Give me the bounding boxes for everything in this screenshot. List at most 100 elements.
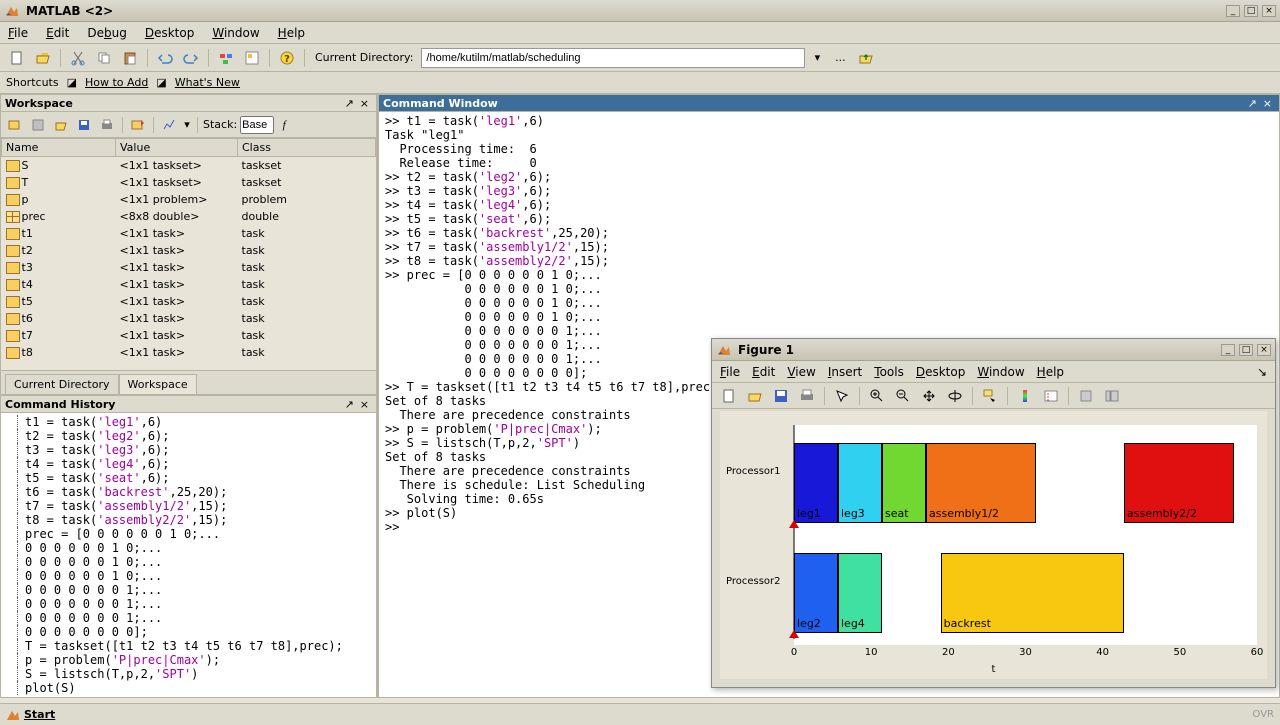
menu-window[interactable]: Window [212, 26, 259, 40]
history-line[interactable]: t6 = task('backrest',25,20); [1, 485, 376, 499]
current-directory-input[interactable] [421, 48, 805, 68]
maximize-button[interactable]: □ [1244, 5, 1258, 17]
new-variable-icon[interactable] [5, 115, 25, 135]
figure-menu-help[interactable]: Help [1037, 365, 1064, 379]
history-line[interactable]: 0 0 0 0 0 0 0 1;... [1, 611, 376, 625]
workspace-row[interactable]: S<1x1 taskset>taskset [2, 157, 376, 174]
simulink-icon[interactable] [215, 47, 237, 69]
workspace-row[interactable]: T<1x1 taskset>taskset [2, 174, 376, 191]
figure-maximize-button[interactable]: □ [1239, 344, 1253, 356]
import-data-icon[interactable] [51, 115, 71, 135]
history-line[interactable]: t2 = task('leg2',6); [1, 429, 376, 443]
paste-icon[interactable] [119, 47, 141, 69]
history-line[interactable]: 0 0 0 0 0 0 1 0;... [1, 541, 376, 555]
save-figure-icon[interactable] [770, 385, 792, 407]
workspace-row[interactable]: t2<1x1 task>task [2, 242, 376, 259]
tab-current-directory[interactable]: Current Directory [5, 374, 119, 394]
close-button[interactable]: × [1262, 5, 1276, 17]
history-line[interactable]: 0 0 0 0 0 0 1 0;... [1, 555, 376, 569]
data-cursor-icon[interactable] [979, 385, 1001, 407]
menu-help[interactable]: Help [278, 26, 305, 40]
workspace-row[interactable]: t1<1x1 task>task [2, 225, 376, 242]
history-line[interactable]: S = listsch(T,p,2,'SPT') [1, 667, 376, 681]
history-line[interactable]: p = problem('P|prec|Cmax'); [1, 653, 376, 667]
edit-plot-icon[interactable] [831, 385, 853, 407]
figure-minimize-button[interactable]: _ [1221, 344, 1235, 356]
history-line[interactable]: t1 = task('leg1',6) [1, 415, 376, 429]
stack-value[interactable] [240, 116, 274, 134]
figure-title-bar[interactable]: Figure 1 _ □ × [712, 339, 1275, 361]
history-line[interactable]: 0 0 0 0 0 0 0 0]; [1, 625, 376, 639]
workspace-undock-icon[interactable]: ↗ [342, 97, 357, 110]
history-line[interactable]: t4 = task('leg4',6); [1, 457, 376, 471]
rotate3d-icon[interactable] [944, 385, 966, 407]
cut-icon[interactable] [67, 47, 89, 69]
history-line[interactable]: t5 = task('seat',6); [1, 471, 376, 485]
whatsnew-link[interactable]: What's New [175, 76, 240, 89]
history-line[interactable]: 0 0 0 0 0 0 0 1;... [1, 597, 376, 611]
guide-icon[interactable] [241, 47, 263, 69]
history-line[interactable]: 0 0 0 0 0 0 1 0;... [1, 569, 376, 583]
history-line[interactable]: T = taskset([t1 t2 t3 t4 t5 t6 t7 t8],pr… [1, 639, 376, 653]
workspace-row[interactable]: t6<1x1 task>task [2, 310, 376, 327]
start-button[interactable]: Start [24, 708, 55, 721]
copy-icon[interactable] [93, 47, 115, 69]
menu-debug[interactable]: Debug [87, 26, 126, 40]
figure-menu-insert[interactable]: Insert [828, 365, 862, 379]
directory-dropdown-icon[interactable]: ▾ [809, 47, 825, 69]
undo-icon[interactable] [154, 47, 176, 69]
history-line[interactable]: plot(S) [1, 681, 376, 695]
col-value[interactable]: Value [116, 139, 238, 157]
zoom-in-icon[interactable] [866, 385, 888, 407]
parent-directory-icon[interactable] [855, 47, 877, 69]
cmd-history-close-icon[interactable]: × [357, 398, 372, 411]
workspace-close-icon[interactable]: × [357, 97, 372, 110]
new-figure-icon[interactable] [718, 385, 740, 407]
redo-icon[interactable] [180, 47, 202, 69]
stack-selector-icon[interactable]: f [277, 115, 291, 135]
insert-legend-icon[interactable] [1040, 385, 1062, 407]
zoom-out-icon[interactable] [892, 385, 914, 407]
workspace-row[interactable]: t4<1x1 task>task [2, 276, 376, 293]
help-icon[interactable]: ? [276, 47, 298, 69]
cmd-window-close-icon[interactable]: × [1260, 97, 1275, 110]
browse-directory-icon[interactable]: ... [829, 47, 851, 69]
insert-colorbar-icon[interactable] [1014, 385, 1036, 407]
print-figure-icon[interactable] [796, 385, 818, 407]
pan-icon[interactable] [918, 385, 940, 407]
history-line[interactable]: t3 = task('leg3',6); [1, 443, 376, 457]
menu-file[interactable]: File [8, 26, 28, 40]
col-class[interactable]: Class [238, 139, 376, 157]
figure-menu-file[interactable]: File [720, 365, 740, 379]
howto-add-link[interactable]: How to Add [85, 76, 148, 89]
open-variable-icon[interactable] [28, 115, 48, 135]
figure-menu-tools[interactable]: Tools [874, 365, 904, 379]
start-button-icon[interactable] [6, 708, 20, 722]
new-file-icon[interactable] [6, 47, 28, 69]
workspace-row[interactable]: t5<1x1 task>task [2, 293, 376, 310]
figure-menu-edit[interactable]: Edit [752, 365, 775, 379]
figure-menu-view[interactable]: View [787, 365, 815, 379]
figure-menu-window[interactable]: Window [977, 365, 1024, 379]
figure-window[interactable]: Figure 1 _ □ × File Edit View Insert Too… [711, 338, 1276, 688]
plot-select-icon[interactable] [159, 115, 179, 135]
workspace-row[interactable]: p<1x1 problem>problem [2, 191, 376, 208]
col-name[interactable]: Name [2, 139, 116, 157]
history-line[interactable]: 0 0 0 0 0 0 0 1;... [1, 583, 376, 597]
workspace-row[interactable]: t7<1x1 task>task [2, 327, 376, 344]
save-workspace-icon[interactable] [74, 115, 94, 135]
workspace-row[interactable]: t8<1x1 task>task [2, 344, 376, 361]
cmd-history-undock-icon[interactable]: ↗ [342, 398, 357, 411]
tab-workspace[interactable]: Workspace [119, 374, 197, 394]
history-line[interactable]: t7 = task('assembly1/2',15); [1, 499, 376, 513]
figure-menu-more-icon[interactable]: ↘ [1257, 365, 1267, 379]
menu-edit[interactable]: Edit [46, 26, 69, 40]
open-file-icon[interactable] [32, 47, 54, 69]
menu-desktop[interactable]: Desktop [145, 26, 195, 40]
hide-plot-tools-icon[interactable] [1075, 385, 1097, 407]
plot-dropdown-icon[interactable]: ▾ [182, 115, 192, 135]
figure-close-button[interactable]: × [1257, 344, 1271, 356]
workspace-row[interactable]: prec<8x8 double>double [2, 208, 376, 225]
cmd-window-undock-icon[interactable]: ↗ [1245, 97, 1260, 110]
delete-variable-icon[interactable] [128, 115, 148, 135]
